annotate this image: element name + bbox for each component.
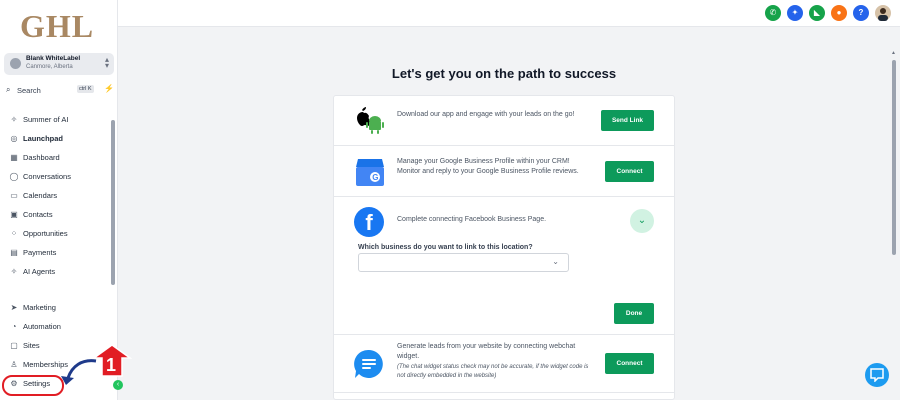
onboarding-panel: Download our app and engage with your le… xyxy=(333,95,675,400)
globe-icon: ▢ xyxy=(10,341,18,350)
chevron-updown-icon: ▴ ▾ xyxy=(104,55,109,70)
magic-icon[interactable]: ✦ xyxy=(787,5,803,21)
sparkle-icon: ✧ xyxy=(10,115,18,124)
sidebar-item-label: Dashboard xyxy=(23,153,60,162)
webchat-note: (The chat widget status check may not be… xyxy=(397,364,589,379)
bell-icon[interactable]: ● xyxy=(831,5,847,21)
google-business-text: Manage your Google Business Profile with… xyxy=(397,158,579,175)
webchat-connect-button[interactable]: Connect xyxy=(605,353,654,374)
sidebar-item-label: AI Agents xyxy=(23,267,56,276)
sidebar-item-summer-of-ai[interactable]: ✧ Summer of AI xyxy=(0,111,110,130)
send-link-button[interactable]: Send Link xyxy=(601,110,654,131)
search-bar[interactable]: ⌕ Search ctrl K ⚡ xyxy=(4,84,114,98)
facebook-icon: f xyxy=(354,207,384,237)
done-button[interactable]: Done xyxy=(614,303,654,324)
svg-text:G: G xyxy=(372,173,378,182)
sidebar-item-conversations[interactable]: ◯ Conversations xyxy=(0,168,110,187)
sidebar-item-calendars[interactable]: ▭ Calendars xyxy=(0,187,110,206)
help-icon[interactable]: ? xyxy=(853,5,869,21)
megaphone-icon[interactable]: ◣ xyxy=(809,5,825,21)
sparkle-icon: ✧ xyxy=(10,267,18,276)
contact-card-icon: ▣ xyxy=(10,210,18,219)
sidebar-item-label: Launchpad xyxy=(23,134,64,143)
sidebar-item-label: Conversations xyxy=(23,172,71,181)
sidebar-item-label: Contacts xyxy=(23,210,53,219)
sidebar-item-ai-agents[interactable]: ✧ AI Agents xyxy=(0,263,110,282)
app-download-text: Download our app and engage with your le… xyxy=(397,111,575,118)
page-title: Let's get you on the path to success xyxy=(391,66,617,81)
funnel-icon: ⁘ xyxy=(10,229,18,238)
webchat-text: Generate leads from your website by conn… xyxy=(397,343,576,360)
scroll-up-icon[interactable]: ▲ xyxy=(891,50,896,56)
webchat-row: Generate leads from your website by conn… xyxy=(334,335,674,393)
chevron-down-icon[interactable]: ⌄ xyxy=(630,209,654,233)
sidebar-item-label: Sites xyxy=(23,341,40,350)
nav-divider xyxy=(0,282,110,299)
sidebar-item-launchpad[interactable]: ◎ Launchpad xyxy=(0,130,110,149)
location-switcher[interactable]: Blank WhiteLabel Canmore, Alberta ▴ ▾ xyxy=(4,53,114,75)
webchat-icon xyxy=(354,349,384,384)
top-bar: ✆ ✦ ◣ ● ? xyxy=(118,0,900,27)
business-select-label: Which business do you want to link to th… xyxy=(358,244,533,251)
sidebar-item-label: Marketing xyxy=(23,303,56,312)
main-scrollbar[interactable] xyxy=(892,60,896,255)
phone-icon[interactable]: ✆ xyxy=(765,5,781,21)
sidebar-scrollbar[interactable] xyxy=(111,120,115,285)
sidebar-item-label: Calendars xyxy=(23,191,58,200)
sidebar-item-label: Automation xyxy=(23,322,61,331)
app-download-row: Download our app and engage with your le… xyxy=(334,96,674,146)
sidebar-item-label: Summer of AI xyxy=(23,115,69,124)
google-business-icon: G xyxy=(355,158,385,191)
step-number: 1 xyxy=(106,355,117,375)
search-label: Search xyxy=(17,86,41,95)
settings-highlight-ring xyxy=(2,375,64,396)
sidebar-item-label: Opportunities xyxy=(23,229,68,238)
pointer-arrow-icon xyxy=(61,359,97,385)
sidebar-item-marketing[interactable]: ➤ Marketing xyxy=(0,299,110,318)
google-connect-button[interactable]: Connect xyxy=(605,161,654,182)
location-icon xyxy=(10,58,21,69)
rocket-icon: ◎ xyxy=(10,134,18,143)
location-name: Blank WhiteLabel xyxy=(26,55,81,62)
facebook-row: f Complete connecting Facebook Business … xyxy=(334,197,674,335)
support-chat-button[interactable] xyxy=(865,363,889,387)
receipt-icon: ▤ xyxy=(10,248,18,257)
location-address: Canmore, Alberta xyxy=(26,64,73,70)
google-business-row: G Manage your Google Business Profile wi… xyxy=(334,146,674,197)
sidebar-item-payments[interactable]: ▤ Payments xyxy=(0,244,110,263)
sidebar-item-label: Payments xyxy=(23,248,57,257)
send-icon: ➤ xyxy=(10,303,18,312)
sidebar-item-dashboard[interactable]: ▦ Dashboard xyxy=(0,149,110,168)
membership-icon: ♙ xyxy=(10,360,18,369)
search-shortcut: ctrl K xyxy=(77,85,94,93)
grid-icon: ▦ xyxy=(10,153,18,162)
chevron-down-icon: ⌄ xyxy=(552,257,559,266)
sidebar: GHL Blank WhiteLabel Canmore, Alberta ▴ ▾… xyxy=(0,0,118,400)
avatar[interactable] xyxy=(875,5,891,21)
sidebar-item-contacts[interactable]: ▣ Contacts xyxy=(0,206,110,225)
collapse-sidebar-button[interactable]: ‹ xyxy=(113,380,123,390)
apple-android-icon xyxy=(354,106,384,139)
business-select[interactable]: ⌄ xyxy=(358,253,569,272)
quick-action-icon[interactable]: ⚡ xyxy=(104,84,114,93)
facebook-text: Complete connecting Facebook Business Pa… xyxy=(397,216,547,223)
chat-bubble-icon: ◯ xyxy=(9,172,19,181)
automation-icon: ◔ xyxy=(11,322,17,331)
sidebar-item-automation[interactable]: ◔ Automation xyxy=(0,318,110,337)
sidebar-item-opportunities[interactable]: ⁘ Opportunities xyxy=(0,225,110,244)
calendar-icon: ▭ xyxy=(10,191,18,200)
search-icon: ⌕ xyxy=(6,85,11,94)
company-logo[interactable]: GHL xyxy=(20,8,94,45)
